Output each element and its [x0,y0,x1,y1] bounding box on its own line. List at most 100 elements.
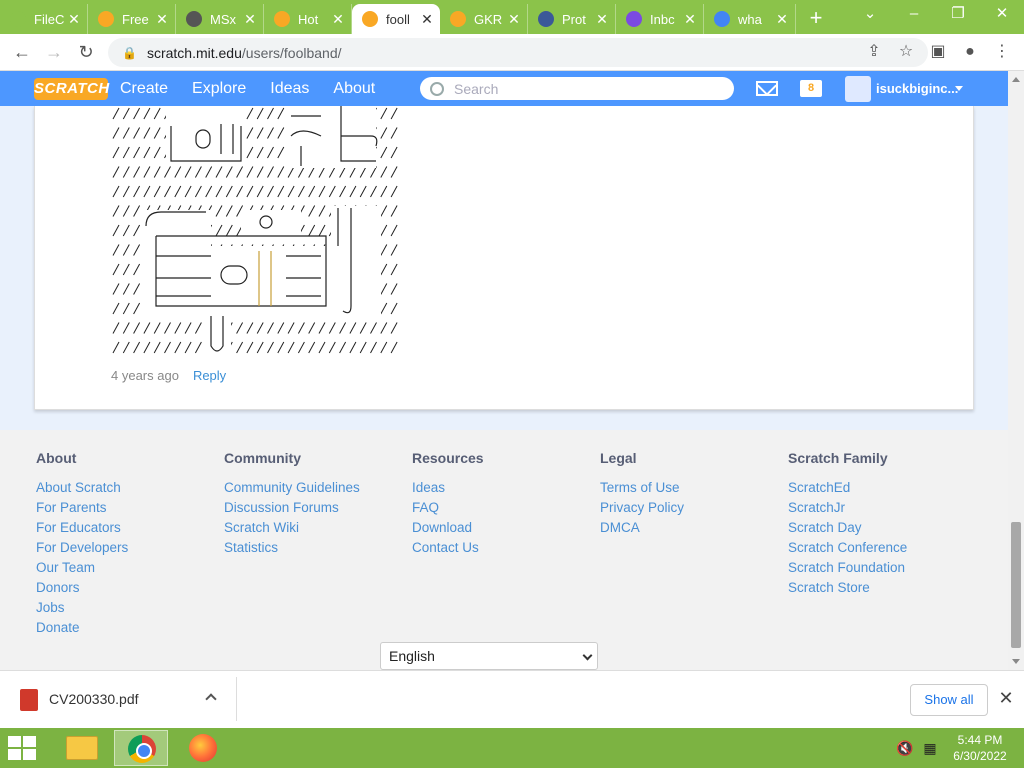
comment-meta: 4 years ago Reply [111,368,226,383]
tab-7[interactable]: Inbc ✕ [616,4,704,34]
paypal-tab-icon [538,11,554,27]
forward-icon[interactable]: → [38,36,70,68]
footer-link[interactable]: Statistics [224,538,360,558]
messages-icon[interactable] [756,81,778,96]
globe-tab-icon [186,11,202,27]
footer-link[interactable]: For Parents [36,498,128,518]
close-download-bar-icon[interactable]: ✕ [996,688,1016,709]
close-window-icon[interactable]: ✕ [980,0,1024,30]
show-all-button[interactable]: Show all [910,684,988,716]
tab-search-icon[interactable]: ⌄ [848,0,892,30]
chevron-up-icon[interactable] [205,693,217,705]
footer-link[interactable]: FAQ [412,498,484,518]
tab-close-icon[interactable]: ✕ [683,11,697,28]
username[interactable]: isuckbiginc... [876,71,958,106]
scratch-logo[interactable]: SCRATCH [34,77,109,100]
search-input[interactable] [454,80,714,97]
tab-close-icon[interactable]: ✕ [595,11,609,28]
account-dropdown-icon[interactable] [955,86,963,91]
divider [236,677,237,721]
side-panel-icon[interactable]: ▣ [922,37,954,67]
taskbar-clock[interactable]: 5:44 PM 6/30/2022 [950,732,1010,764]
language-select[interactable]: English [380,642,598,670]
footer-link[interactable]: Scratch Foundation [788,558,907,578]
tab-0[interactable]: FileC ✕ [0,4,88,34]
footer-link[interactable]: Scratch Wiki [224,518,360,538]
footer-link[interactable]: Donate [36,618,128,638]
footer-link[interactable]: ScratchJr [788,498,907,518]
network-icon[interactable]: ▦ [923,740,936,756]
tab-5[interactable]: GKR ✕ [440,4,528,34]
footer-link[interactable]: Scratch Day [788,518,907,538]
vertical-scrollbar[interactable] [1008,71,1024,670]
footer-link[interactable]: Discussion Forums [224,498,360,518]
new-tab-button[interactable]: + [796,4,836,34]
footer-link[interactable]: ScratchEd [788,478,907,498]
footer-column: Legal Terms of Use Privacy Policy DMCA [600,450,684,538]
tab-title: Free [122,11,149,27]
download-filename[interactable]: CV200330.pdf [49,691,139,707]
windows-start-icon[interactable] [8,736,38,760]
nav-create[interactable]: Create [108,71,180,106]
file-explorer-icon[interactable] [56,730,110,766]
scroll-thumb[interactable] [1011,522,1021,648]
minimize-icon[interactable]: – [892,0,936,30]
tab-8[interactable]: wha ✕ [704,4,796,34]
windows-taskbar: 🔇 ▦ 5:44 PM 6/30/2022 [0,728,1024,768]
nav-ideas[interactable]: Ideas [258,71,321,106]
chrome-icon[interactable] [114,730,168,766]
footer-link[interactable]: DMCA [600,518,684,538]
profile-icon[interactable]: ● [954,37,986,67]
reload-icon[interactable]: ↻ [70,36,102,68]
footer-link[interactable]: For Educators [36,518,128,538]
footer-link[interactable]: Jobs [36,598,128,618]
footer-link[interactable]: Contact Us [412,538,484,558]
address-bar[interactable]: 🔒 scratch.mit.edu/users/foolband/ [108,38,928,67]
footer-heading: Legal [600,450,637,466]
scroll-up-icon[interactable] [1012,77,1020,82]
menu-kebab-icon[interactable]: ⋮ [986,37,1018,67]
scroll-down-icon[interactable] [1012,659,1020,664]
reply-link[interactable]: Reply [193,368,226,383]
share-icon[interactable]: ⇪ [858,37,890,67]
footer-heading: Scratch Family [788,450,888,466]
footer-link[interactable]: For Developers [36,538,128,558]
comment-card: 4 years ago Reply [34,106,974,410]
tab-close-icon[interactable]: ✕ [67,11,81,28]
footer-link[interactable]: Community Guidelines [224,478,360,498]
footer-link[interactable]: Scratch Conference [788,538,907,558]
footer-link[interactable]: Scratch Store [788,578,907,598]
tab-close-icon[interactable]: ✕ [507,11,521,28]
back-icon[interactable]: ← [6,36,38,68]
footer-link[interactable]: Download [412,518,484,538]
tab-close-icon[interactable]: ✕ [155,11,169,28]
bookmark-star-icon[interactable]: ☆ [890,37,922,67]
firefox-icon[interactable] [176,730,230,766]
avatar[interactable] [845,76,871,102]
my-stuff-icon[interactable]: 8 [800,80,822,97]
tab-title: wha [738,11,762,27]
tab-4[interactable]: fooll ✕ [352,4,440,34]
clock-time: 5:44 PM [957,733,1003,747]
footer-link[interactable]: Terms of Use [600,478,684,498]
tab-close-icon[interactable]: ✕ [775,11,789,28]
tab-close-icon[interactable]: ✕ [243,11,257,28]
nav-about[interactable]: About [321,71,387,106]
tab-3[interactable]: Hot ✕ [264,4,352,34]
tab-close-icon[interactable]: ✕ [420,11,434,28]
footer-link[interactable]: Donors [36,578,128,598]
footer-link[interactable]: Ideas [412,478,484,498]
scratch-navbar: SCRATCH Create Explore Ideas About 8 isu… [0,71,1008,106]
footer-link[interactable]: About Scratch [36,478,128,498]
tab-2[interactable]: MSx ✕ [176,4,264,34]
tab-title: FileC [34,11,65,27]
footer-link[interactable]: Our Team [36,558,128,578]
restore-icon[interactable]: ❐ [936,0,980,30]
nav-explore[interactable]: Explore [180,71,258,106]
browser-tabstrip: FileC ✕ Free ✕ MSx ✕ Hot ✕ fooll ✕ GKR ✕ Prot ✕ Inbc ✕ w… [0,0,1024,34]
volume-muted-icon[interactable]: 🔇 [896,740,913,756]
tab-6[interactable]: Prot ✕ [528,4,616,34]
tab-close-icon[interactable]: ✕ [331,11,345,28]
footer-link[interactable]: Privacy Policy [600,498,684,518]
tab-1[interactable]: Free ✕ [88,4,176,34]
